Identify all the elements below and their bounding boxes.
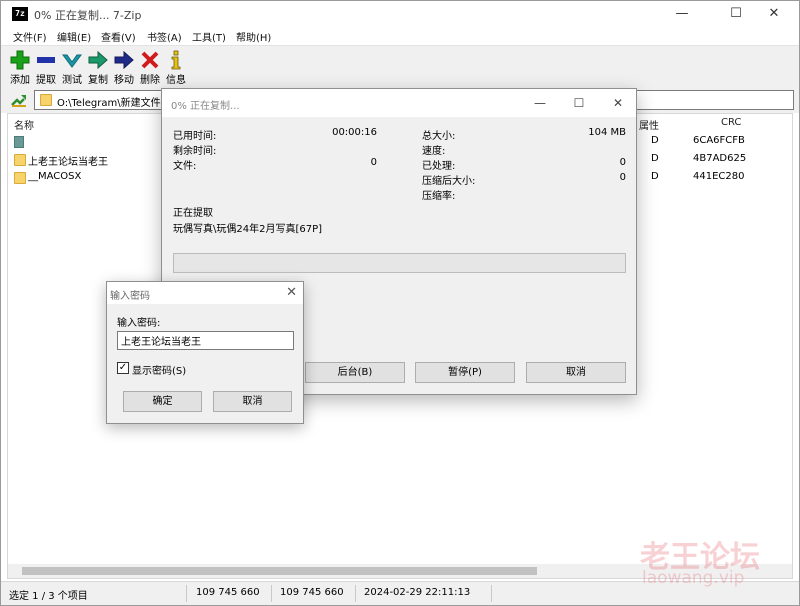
scrollbar-thumb[interactable] xyxy=(22,567,537,575)
ratio-label: 压缩率: xyxy=(422,191,456,202)
show-password-label[interactable]: 显示密码(S) xyxy=(132,362,186,377)
status-divider xyxy=(186,585,187,602)
processed-label: 已处理: xyxy=(422,161,456,172)
delete-label: 删除 xyxy=(140,75,160,86)
progress-minimize-button[interactable]: — xyxy=(520,89,560,117)
pause-button[interactable]: 暂停(P) xyxy=(415,362,515,383)
title-bar: 7z 0% 正在复制... 7-Zip — ☐ ✕ xyxy=(1,1,799,27)
current-file-path: 玩偶写真\玩偶24年2月写真[67P] xyxy=(173,224,323,235)
info-icon xyxy=(171,50,181,70)
status-divider xyxy=(271,585,272,602)
operation-label: 正在提取 xyxy=(173,208,213,219)
menu-file[interactable]: 文件(F) xyxy=(13,29,47,44)
move-button[interactable]: 移动 xyxy=(111,49,137,86)
elapsed-label: 已用时间: xyxy=(173,131,217,142)
plus-icon xyxy=(10,50,30,70)
app-icon: 7z xyxy=(12,7,28,21)
progress-maximize-button[interactable]: ☐ xyxy=(559,89,599,117)
add-button[interactable]: 添加 xyxy=(7,49,33,86)
file-icon xyxy=(14,136,24,148)
info-button[interactable]: 信息 xyxy=(163,49,189,86)
menu-help[interactable]: 帮助(H) xyxy=(236,29,271,44)
compressed-size-label: 压缩后大小: xyxy=(422,176,476,187)
ok-button[interactable]: 确定 xyxy=(123,391,202,412)
file-crc: 6CA6FCFB xyxy=(693,135,745,146)
status-selection: 选定 1 / 3 个项目 xyxy=(9,591,88,602)
file-attr: D xyxy=(651,171,659,182)
processed-value: 0 xyxy=(619,157,626,168)
watermark-url: laowang.vip xyxy=(642,568,745,588)
status-divider xyxy=(355,585,356,602)
column-name[interactable]: 名称 xyxy=(14,117,34,132)
delete-button[interactable]: 删除 xyxy=(137,49,163,86)
password-label: 输入密码: xyxy=(117,318,161,329)
delete-x-icon xyxy=(141,51,159,69)
progress-title: 0% 正在复制... xyxy=(171,101,240,112)
elapsed-value: 00:00:16 xyxy=(332,127,377,138)
folder-icon xyxy=(14,154,26,166)
file-crc: 441EC280 xyxy=(693,171,745,182)
password-input[interactable] xyxy=(117,331,294,350)
cancel-button[interactable]: 取消 xyxy=(526,362,626,383)
checkmark-icon xyxy=(62,54,82,68)
column-crc[interactable]: CRC xyxy=(721,117,741,128)
move-label: 移动 xyxy=(114,75,134,86)
copy-button[interactable]: 复制 xyxy=(85,49,111,86)
info-label: 信息 xyxy=(166,75,186,86)
background-button[interactable]: 后台(B) xyxy=(305,362,405,383)
password-close-button[interactable]: ✕ xyxy=(286,285,297,300)
file-attr: D xyxy=(651,153,659,164)
menu-tools[interactable]: 工具(T) xyxy=(192,29,226,44)
folder-up-icon[interactable] xyxy=(10,91,28,109)
menu-bar: 文件(F) 编辑(E) 查看(V) 书签(A) 工具(T) 帮助(H) xyxy=(1,27,799,45)
status-size: 109 745 660 xyxy=(196,587,260,598)
folder-icon xyxy=(40,94,52,106)
status-date: 2024-02-29 22:11:13 xyxy=(364,587,471,598)
toolbar: 添加 提取 测试 复制 移动 删除 信息 xyxy=(1,45,799,87)
move-arrow-icon xyxy=(114,50,134,70)
file-crc: 4B7AD625 xyxy=(693,153,747,164)
show-password-checkbox[interactable]: ✓ xyxy=(117,362,129,374)
extract-button[interactable]: 提取 xyxy=(33,49,59,86)
files-value: 0 xyxy=(370,157,377,168)
window-title: 0% 正在复制... 7-Zip xyxy=(34,9,142,22)
progress-close-button[interactable]: ✕ xyxy=(598,89,638,117)
file-attr: D xyxy=(651,135,659,146)
file-name: 上老王论坛当老王 xyxy=(28,157,108,168)
status-packed-size: 109 745 660 xyxy=(280,587,344,598)
minus-icon xyxy=(37,57,55,63)
minimize-button[interactable]: — xyxy=(659,1,705,27)
file-name: __MACOSX xyxy=(28,171,82,182)
total-size-value: 104 MB xyxy=(588,127,626,138)
files-label: 文件: xyxy=(173,161,197,172)
compressed-size-value: 0 xyxy=(619,172,626,183)
status-divider xyxy=(491,585,492,602)
remaining-label: 剩余时间: xyxy=(173,146,217,157)
address-path: O:\Telegram\新建文件夹 xyxy=(57,98,171,109)
column-attributes[interactable]: 属性 xyxy=(639,117,659,132)
extract-label: 提取 xyxy=(36,75,56,86)
password-dialog: 输入密码 ✕ 输入密码: ✓ 显示密码(S) 确定 取消 xyxy=(106,281,304,424)
copy-arrow-icon xyxy=(88,50,108,70)
folder-icon xyxy=(14,172,26,184)
menu-bookmarks[interactable]: 书签(A) xyxy=(147,29,182,44)
total-size-label: 总大小: xyxy=(422,131,456,142)
progress-title-bar: 0% 正在复制... — ☐ ✕ xyxy=(162,89,636,117)
password-title-bar: 输入密码 ✕ xyxy=(107,282,303,304)
speed-label: 速度: xyxy=(422,146,446,157)
add-label: 添加 xyxy=(10,75,30,86)
close-button[interactable]: ✕ xyxy=(751,1,797,27)
password-cancel-button[interactable]: 取消 xyxy=(213,391,292,412)
test-label: 测试 xyxy=(62,75,82,86)
progress-bar xyxy=(173,253,626,273)
menu-view[interactable]: 查看(V) xyxy=(101,29,136,44)
test-button[interactable]: 测试 xyxy=(59,49,85,86)
password-dialog-title: 输入密码 xyxy=(110,291,150,302)
menu-edit[interactable]: 编辑(E) xyxy=(57,29,91,44)
copy-label: 复制 xyxy=(88,75,108,86)
